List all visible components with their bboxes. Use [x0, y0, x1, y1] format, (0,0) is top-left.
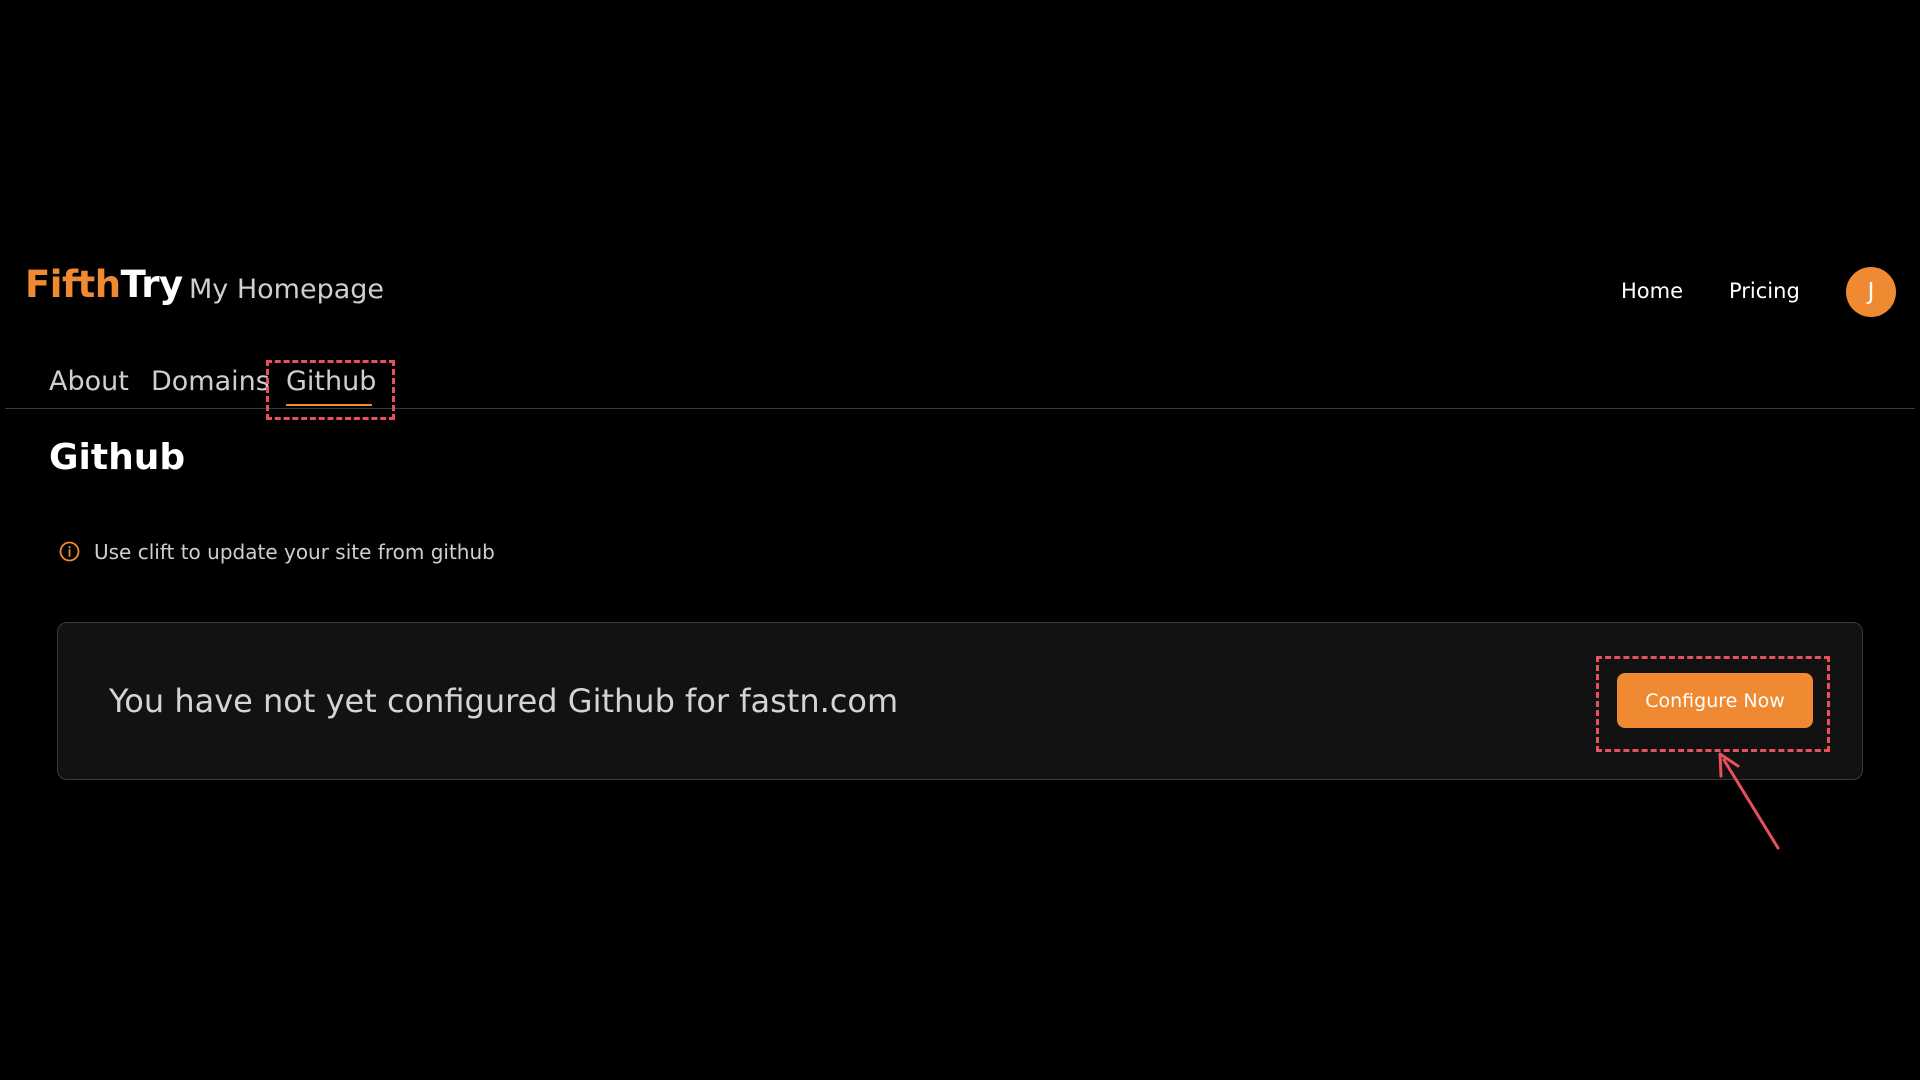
info-circle-icon — [59, 541, 80, 562]
github-settings-page: FifthTry My Homepage Home Pricing J Abou… — [0, 0, 1920, 1080]
fifthtry-logo[interactable]: FifthTry — [25, 266, 183, 303]
logo-fifth-text: Fifth — [25, 263, 121, 306]
site-name[interactable]: My Homepage — [189, 276, 384, 303]
tab-highlight-box — [266, 360, 395, 420]
github-config-card: You have not yet configured Github for f… — [57, 622, 1863, 780]
button-highlight-box — [1596, 656, 1830, 752]
page-title: Github — [49, 437, 186, 478]
nav-pricing-link[interactable]: Pricing — [1729, 281, 1800, 302]
tab-domains[interactable]: Domains — [151, 368, 270, 395]
user-avatar[interactable]: J — [1846, 267, 1896, 317]
info-text: Use clift to update your site from githu… — [94, 539, 495, 564]
logo-try-text: Try — [120, 263, 184, 306]
nav-home-link[interactable]: Home — [1621, 281, 1683, 302]
tab-about[interactable]: About — [49, 368, 129, 395]
info-notice: Use clift to update your site from githu… — [59, 541, 495, 562]
card-message: You have not yet configured Github for f… — [109, 682, 899, 720]
